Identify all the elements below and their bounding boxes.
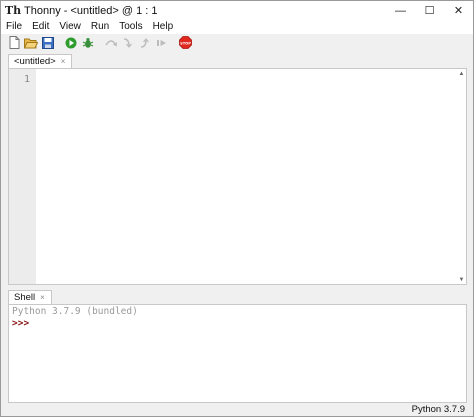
resume-icon: [157, 39, 166, 46]
shell-tab-bar: Shell ×: [8, 290, 52, 304]
menu-run[interactable]: Run: [86, 20, 114, 34]
code-editor: 1 ▲ ▼: [8, 68, 467, 285]
menu-edit[interactable]: Edit: [27, 20, 54, 34]
scroll-down-icon[interactable]: ▼: [457, 275, 466, 284]
shell-prompt: >>>: [12, 318, 30, 329]
shell-tab-label: Shell: [14, 292, 36, 303]
stop-button[interactable]: STOP: [178, 36, 192, 50]
toolbar: STOP: [1, 34, 473, 51]
resume-button[interactable]: [155, 36, 169, 50]
tab-untitled[interactable]: <untitled> ×: [8, 54, 73, 68]
editor-text-area[interactable]: [37, 69, 456, 284]
line-number-gutter: 1: [9, 69, 36, 284]
step-over-icon: [105, 39, 117, 46]
close-icon: ✕: [453, 5, 464, 17]
step-into-icon: [123, 37, 132, 48]
interpreter-status[interactable]: Python 3.7.9: [412, 404, 465, 416]
menu-bar: File Edit View Run Tools Help: [1, 20, 473, 34]
title-bar[interactable]: Th Thonny - <untitled> @ 1 : 1 — ☐ ✕: [1, 1, 473, 20]
menu-help[interactable]: Help: [148, 20, 179, 34]
run-button[interactable]: [64, 36, 78, 50]
thonny-window: Th Thonny - <untitled> @ 1 : 1 — ☐ ✕ Fil…: [0, 0, 474, 417]
editor-scrollbar[interactable]: ▲ ▼: [457, 69, 466, 284]
new-file-icon: [9, 36, 19, 49]
maximize-button[interactable]: ☐: [415, 1, 444, 20]
thonny-logo-icon: Th: [4, 4, 22, 17]
open-folder-icon: [24, 38, 38, 48]
window-title: Thonny - <untitled> @ 1 : 1: [24, 4, 158, 17]
save-button[interactable]: [41, 36, 55, 50]
step-out-icon: [140, 37, 149, 48]
debug-button[interactable]: [81, 36, 95, 50]
status-bar: Python 3.7.9: [1, 404, 473, 416]
stop-icon: STOP: [178, 36, 192, 49]
close-tab-icon[interactable]: ×: [61, 57, 66, 66]
maximize-icon: ☐: [424, 5, 435, 17]
minimize-icon: —: [395, 4, 406, 17]
step-over-button[interactable]: [104, 36, 118, 50]
open-file-button[interactable]: [24, 36, 38, 50]
tab-label: <untitled>: [14, 56, 56, 67]
minimize-button[interactable]: —: [386, 1, 415, 20]
menu-file[interactable]: File: [1, 20, 27, 34]
scroll-up-icon[interactable]: ▲: [457, 69, 466, 78]
step-out-button[interactable]: [138, 36, 152, 50]
run-icon: [65, 37, 77, 48]
stop-label: STOP: [180, 41, 191, 45]
save-icon: [42, 36, 54, 49]
line-number: 1: [23, 74, 30, 85]
shell-console[interactable]: Python 3.7.9 (bundled) >>>: [8, 304, 467, 403]
window-controls: — ☐ ✕: [386, 1, 473, 20]
menu-tools[interactable]: Tools: [114, 20, 147, 34]
debug-icon: [82, 37, 94, 48]
close-button[interactable]: ✕: [444, 1, 473, 20]
editor-tab-bar: <untitled> ×: [8, 54, 73, 68]
new-file-button[interactable]: [7, 36, 21, 50]
step-into-button[interactable]: [121, 36, 135, 50]
menu-view[interactable]: View: [54, 20, 86, 34]
tab-shell[interactable]: Shell ×: [8, 290, 52, 304]
close-shell-tab-icon[interactable]: ×: [40, 293, 45, 302]
shell-banner: Python 3.7.9 (bundled): [12, 306, 138, 317]
